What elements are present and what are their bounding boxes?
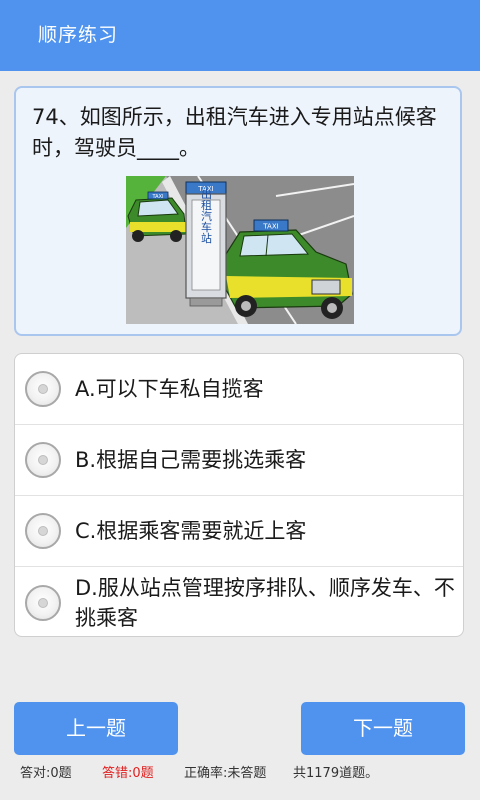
option-a[interactable]: A.可以下车私自揽客 xyxy=(15,354,463,425)
taxi-stand-sign: TAXI 出租汽车站 xyxy=(185,181,227,307)
option-b[interactable]: B.根据自己需要挑选乘客 xyxy=(15,425,463,496)
next-question-button[interactable]: 下一题 xyxy=(301,702,465,755)
radio-dot-icon xyxy=(38,384,48,394)
option-c-label: C.根据乘客需要就近上客 xyxy=(75,519,307,543)
total-questions: 共1179道题。 xyxy=(293,766,379,781)
question-card: 74、如图所示，出租汽车进入专用站点候客时，驾驶员____。 TAXI TAXI… xyxy=(14,86,462,336)
accuracy-rate: 正确率:未答题 xyxy=(184,766,267,781)
option-d-label: D.服从站点管理按序排队、顺序发车、不挑乘客 xyxy=(75,575,455,630)
radio-button-c[interactable] xyxy=(25,513,61,549)
taxi-front-roof-label: TAXI xyxy=(262,223,278,231)
question-text: 74、如图所示，出租汽车进入专用站点候客时，驾驶员____。 xyxy=(32,105,437,160)
page-title: 顺序练习 xyxy=(38,24,119,46)
option-b-label: B.根据自己需要挑选乘客 xyxy=(75,448,307,472)
radio-dot-icon xyxy=(38,526,48,536)
radio-button-d[interactable] xyxy=(25,584,61,621)
station-text: 出租汽车站 xyxy=(200,187,213,244)
options-list: A.可以下车私自揽客 B.根据自己需要挑选乘客 C.根据乘客需要就近上客 D.服… xyxy=(14,353,464,637)
radio-button-a[interactable] xyxy=(25,371,61,407)
option-a-label: A.可以下车私自揽客 xyxy=(75,377,264,401)
radio-button-b[interactable] xyxy=(25,442,61,478)
option-c[interactable]: C.根据乘客需要就近上客 xyxy=(15,496,463,567)
correct-count: 答对:0题 xyxy=(20,766,72,781)
radio-dot-icon xyxy=(38,455,48,465)
radio-dot-icon xyxy=(38,597,48,608)
taxi-back-roof-label: TAXI xyxy=(152,194,164,200)
option-d[interactable]: D.服从站点管理按序排队、顺序发车、不挑乘客 xyxy=(15,567,463,636)
prev-question-button[interactable]: 上一题 xyxy=(14,702,178,755)
app-bar: 顺序练习 xyxy=(0,0,480,71)
question-illustration: TAXI TAXI TAXI 出租汽车站 xyxy=(126,176,354,324)
wrong-count: 答错:0题 xyxy=(102,766,154,781)
